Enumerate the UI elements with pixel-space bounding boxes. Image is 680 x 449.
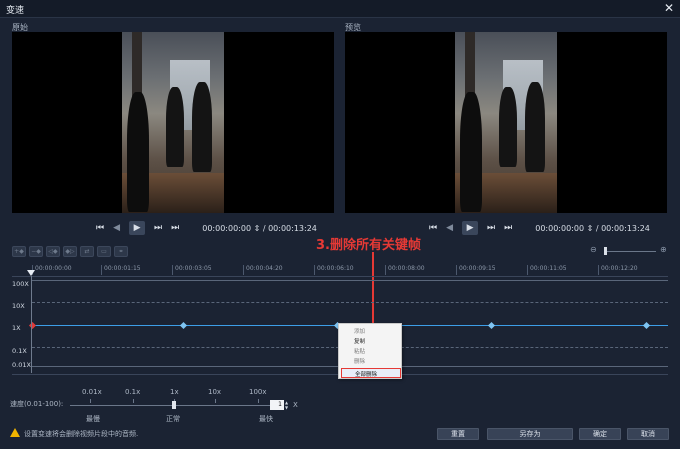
y-label: 10X — [12, 302, 25, 310]
speed-label: 速度(0.01-100): — [10, 400, 64, 408]
play-button[interactable]: ▶ — [462, 221, 479, 235]
original-playback-controls: ⏮ ◀ ▶ ⏭ ⏭ 00:00:00:00 ⇕ / 00:00:13:24 — [96, 221, 317, 235]
ruler-tick: 00:00:04:20 — [243, 265, 283, 275]
next-keyframe-icon[interactable]: ◆▷ — [63, 246, 77, 257]
add-keyframe-icon[interactable]: +◆ — [12, 246, 26, 257]
timeline-zoom[interactable]: ⊖ ⊕ — [590, 245, 670, 257]
flatten-icon[interactable]: ▭ — [97, 246, 111, 257]
warning-icon — [10, 428, 20, 437]
menu-item-paste[interactable]: 粘贴 — [354, 347, 365, 355]
speed-spinner-icon[interactable]: ▲ ▼ — [285, 400, 290, 410]
speed-input[interactable]: 1 — [270, 400, 284, 410]
caption-slowest: 最慢 — [86, 415, 100, 423]
keyframe[interactable] — [487, 321, 496, 330]
go-to-end-icon[interactable]: ⏭ — [171, 223, 179, 233]
reverse-icon[interactable]: ⇄ — [80, 246, 94, 257]
window-title: 变速 — [6, 6, 25, 16]
caption-normal: 正常 — [166, 415, 180, 423]
preview-video-frame — [455, 32, 557, 213]
context-menu: 添加 复制 粘贴 删除 全部删除 — [338, 323, 402, 379]
next-frame-icon[interactable]: ⏭ — [154, 223, 162, 233]
preset-10x[interactable]: 10x — [208, 388, 221, 396]
ruler-tick: 00:00:01:15 — [101, 265, 141, 275]
preset-100x[interactable]: 100x — [249, 388, 267, 396]
ruler-tick: 00:00:06:10 — [314, 265, 354, 275]
caption-fastest: 最快 — [259, 415, 273, 423]
preset-0.01x[interactable]: 0.01x — [82, 388, 102, 396]
ruler-tick: 00:00:11:05 — [527, 265, 567, 275]
timeline-ruler[interactable]: 00:00:00:00 00:00:01:15 00:00:03:05 00:0… — [12, 265, 668, 277]
go-to-end-icon[interactable]: ⏭ — [504, 223, 512, 233]
previous-frame-icon[interactable]: ◀ — [446, 223, 453, 233]
menu-item-delete-all[interactable]: 全部删除 — [341, 368, 401, 378]
zoom-in-icon[interactable]: ⊕ — [660, 245, 667, 254]
link-icon[interactable]: ⚭ — [114, 246, 128, 257]
ruler-tick: 00:00:03:05 — [172, 265, 212, 275]
go-to-start-icon[interactable]: ⏮ — [429, 223, 437, 233]
go-to-start-icon[interactable]: ⏮ — [96, 223, 104, 233]
prev-keyframe-icon[interactable]: ◁◆ — [46, 246, 60, 257]
play-button[interactable]: ▶ — [129, 221, 146, 235]
previous-frame-icon[interactable]: ◀ — [113, 223, 120, 233]
ruler-tick: 00:00:08:00 — [385, 265, 425, 275]
speed-tick — [258, 399, 259, 403]
ruler-tick: 00:00:09:15 — [456, 265, 496, 275]
warning-text: 设置变速将会删除视频片段中的音频. — [24, 430, 139, 438]
close-icon[interactable]: ✕ — [664, 1, 674, 15]
y-label: 0.1X — [12, 347, 27, 355]
y-label: 1X — [12, 324, 21, 332]
original-timecode[interactable]: 00:00:00:00 ⇕ / 00:00:13:24 — [202, 224, 317, 233]
ruler-tick: 00:00:12:20 — [598, 265, 638, 275]
y-label: 100X — [12, 280, 29, 288]
title-bar: 变速 ✕ — [0, 0, 680, 18]
speed-unit: X — [293, 401, 298, 409]
preview-timecode[interactable]: 00:00:00:00 ⇕ / 00:00:13:24 — [535, 224, 650, 233]
menu-item-delete[interactable]: 删除 — [354, 357, 365, 365]
grid-line-10x — [32, 302, 668, 303]
y-label: 0.01X — [12, 361, 31, 369]
preview-playback-controls: ⏮ ◀ ▶ ⏭ ⏭ 00:00:00:00 ⇕ / 00:00:13:24 — [429, 221, 650, 235]
instruction-annotation: 3.删除所有关键帧 — [316, 238, 421, 253]
original-video — [12, 32, 334, 213]
speed-tick — [133, 399, 134, 403]
playhead-line — [31, 276, 32, 373]
zoom-track[interactable] — [604, 251, 656, 252]
menu-item-add[interactable]: 添加 — [354, 327, 365, 335]
reset-button[interactable]: 重置 — [437, 428, 479, 440]
remove-keyframe-icon[interactable]: −◆ — [29, 246, 43, 257]
original-video-frame — [122, 32, 224, 213]
menu-item-delete-all-label: 全部删除 — [355, 372, 378, 378]
preview-video — [345, 32, 667, 213]
zoom-out-icon[interactable]: ⊖ — [590, 245, 597, 254]
zoom-thumb[interactable] — [604, 247, 607, 255]
speed-tick — [90, 399, 91, 403]
ruler-tick: 00:00:00:00 — [32, 265, 72, 275]
keyframe-toolbar: +◆ −◆ ◁◆ ◆▷ ⇄ ▭ ⚭ — [12, 246, 128, 257]
speed-slider-thumb[interactable] — [172, 401, 176, 409]
cancel-button[interactable]: 取消 — [627, 428, 669, 440]
next-frame-icon[interactable]: ⏭ — [487, 223, 495, 233]
menu-item-copy[interactable]: 复制 — [354, 337, 365, 345]
ok-button[interactable]: 确定 — [579, 428, 621, 440]
save-as-button[interactable]: 另存为 — [487, 428, 573, 440]
preset-1x[interactable]: 1x — [170, 388, 179, 396]
speed-tick — [215, 399, 216, 403]
preset-0.1x[interactable]: 0.1x — [125, 388, 140, 396]
grid-line-100x — [32, 280, 668, 281]
keyframe[interactable] — [642, 321, 651, 330]
keyframe[interactable] — [179, 321, 188, 330]
